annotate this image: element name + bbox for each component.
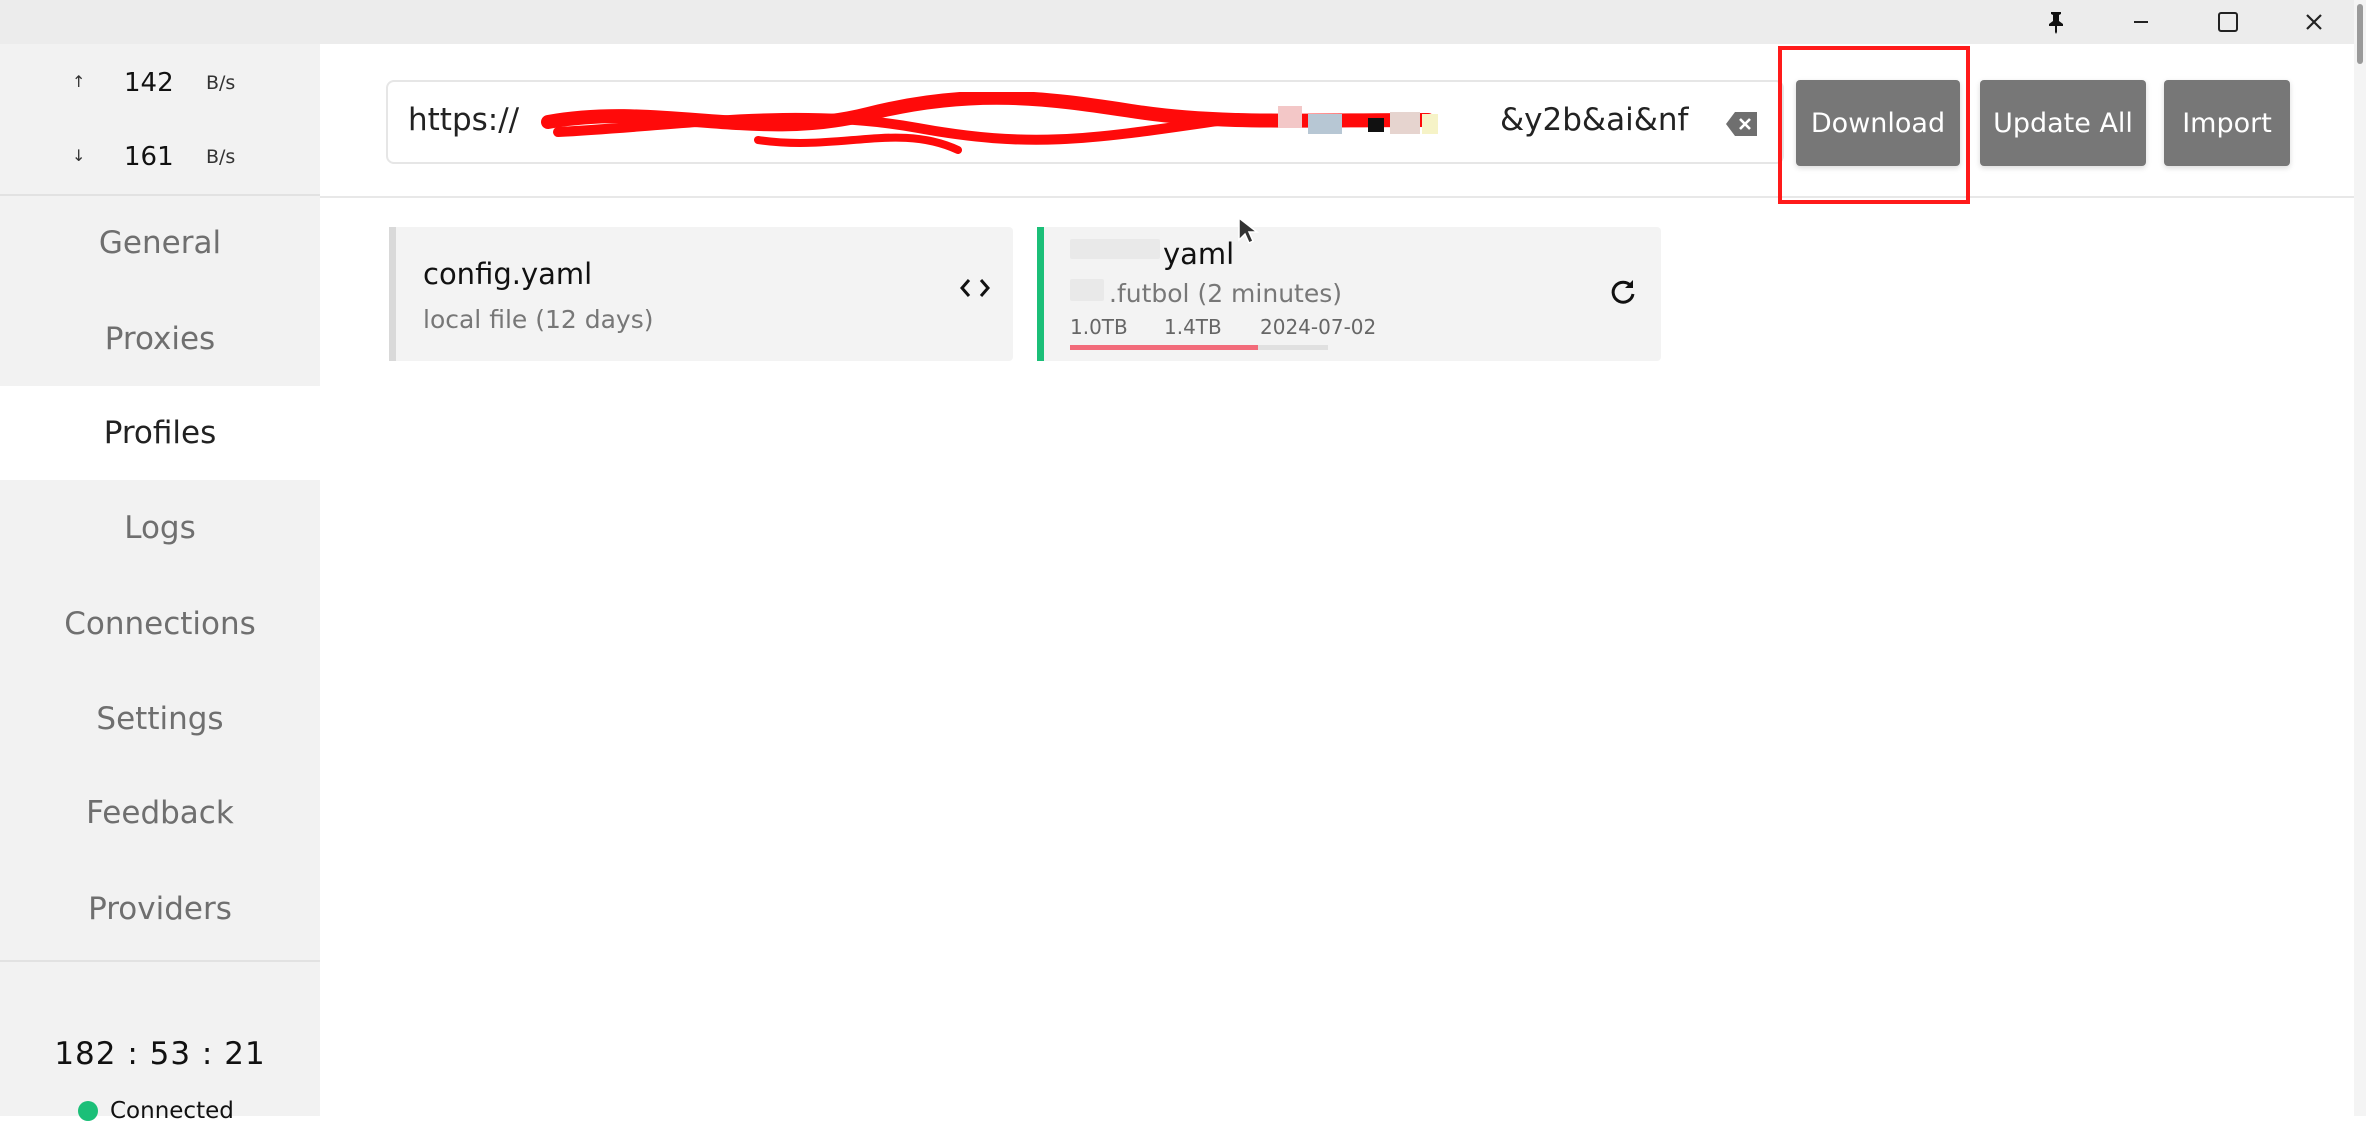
card-accent	[389, 227, 396, 361]
sidebar-item-label: Settings	[96, 701, 224, 737]
highlight-box	[1778, 46, 1970, 204]
update-all-button[interactable]: Update All	[1980, 80, 2146, 166]
sidebar-item-logs[interactable]: Logs	[0, 481, 320, 575]
upload-speed: ↑ 142 B/s	[0, 64, 320, 104]
expire-date: 2024-07-02	[1260, 315, 1377, 339]
refresh-icon[interactable]	[1609, 277, 1637, 309]
maximize-icon[interactable]	[2185, 0, 2271, 44]
url-suffix-text: &y2b&ai&nf	[1500, 102, 1689, 138]
minimize-icon[interactable]	[2099, 0, 2185, 44]
connection-status: Connected	[78, 1098, 234, 1124]
profile-card-subscription[interactable]: yaml .futbol (2 minutes) 1.0TB 1.4TB 202…	[1037, 227, 1661, 361]
scrollbar-thumb[interactable]	[2357, 4, 2363, 64]
usage-used: 1.0TB	[1070, 315, 1128, 339]
traffic-panel: ↑ 142 B/s ↓ 161 B/s	[0, 44, 320, 196]
usage-progress-fill	[1070, 345, 1259, 350]
clear-input-icon[interactable]	[1724, 106, 1760, 142]
sidebar-item-label: Profiles	[103, 415, 217, 451]
sidebar-item-connections[interactable]: Connections	[0, 577, 320, 671]
download-unit: B/s	[206, 146, 236, 168]
download-speed: ↓ 161 B/s	[0, 138, 320, 178]
mouse-cursor-icon	[1238, 216, 1259, 245]
usage-progress-bar	[1070, 345, 1328, 350]
sidebar-item-proxies[interactable]: Proxies	[0, 292, 320, 386]
card-accent	[1037, 227, 1044, 361]
main-content: https:// &y2b&ai&nf Download Update All …	[320, 44, 2354, 1116]
sidebar-item-label: Providers	[88, 891, 232, 927]
profile-subtitle: .futbol (2 minutes)	[1109, 279, 1343, 308]
subscription-url-input[interactable]: https:// &y2b&ai&nf	[386, 80, 1784, 164]
sidebar-footer: 182 : 53 : 21 Connected	[0, 960, 320, 1124]
usage-total: 1.4TB	[1164, 315, 1222, 339]
download-arrow-icon: ↓	[72, 146, 86, 165]
sidebar-item-settings[interactable]: Settings	[0, 672, 320, 766]
sidebar-item-general[interactable]: General	[0, 196, 320, 290]
redaction-scribble	[541, 92, 1438, 154]
sidebar: ↑ 142 B/s ↓ 161 B/s General Proxies Prof…	[0, 44, 320, 1124]
sidebar-item-label: Connections	[64, 606, 256, 642]
profile-title: yaml	[1163, 237, 1235, 271]
url-prefix-text: https://	[408, 102, 520, 138]
sidebar-item-label: Logs	[124, 510, 196, 546]
profile-title: config.yaml	[423, 257, 593, 291]
code-icon[interactable]	[959, 277, 991, 303]
close-icon[interactable]	[2271, 0, 2357, 44]
pin-icon[interactable]	[2013, 0, 2099, 44]
import-button[interactable]: Import	[2164, 80, 2290, 166]
profile-card-config[interactable]: config.yaml local file (12 days)	[389, 227, 1013, 361]
redacted-block	[1070, 279, 1104, 301]
upload-value: 142	[124, 68, 174, 98]
upload-arrow-icon: ↑	[72, 72, 86, 91]
sidebar-item-profiles[interactable]: Profiles	[0, 386, 320, 480]
uptime-clock: 182 : 53 : 21	[54, 1036, 266, 1072]
status-dot-icon	[78, 1101, 98, 1121]
sidebar-item-label: Feedback	[86, 795, 234, 831]
title-bar	[0, 0, 2366, 44]
sidebar-item-label: General	[98, 225, 222, 261]
sidebar-item-feedback[interactable]: Feedback	[0, 766, 320, 860]
status-label: Connected	[110, 1098, 234, 1124]
profiles-header: https:// &y2b&ai&nf Download Update All …	[320, 44, 2354, 204]
sidebar-item-providers[interactable]: Providers	[0, 862, 320, 956]
sidebar-item-label: Proxies	[104, 321, 216, 357]
profile-subtitle: local file (12 days)	[423, 305, 654, 334]
redacted-block	[1070, 239, 1160, 259]
upload-unit: B/s	[206, 72, 236, 94]
scrollbar[interactable]	[2354, 0, 2366, 1116]
download-value: 161	[124, 142, 174, 172]
